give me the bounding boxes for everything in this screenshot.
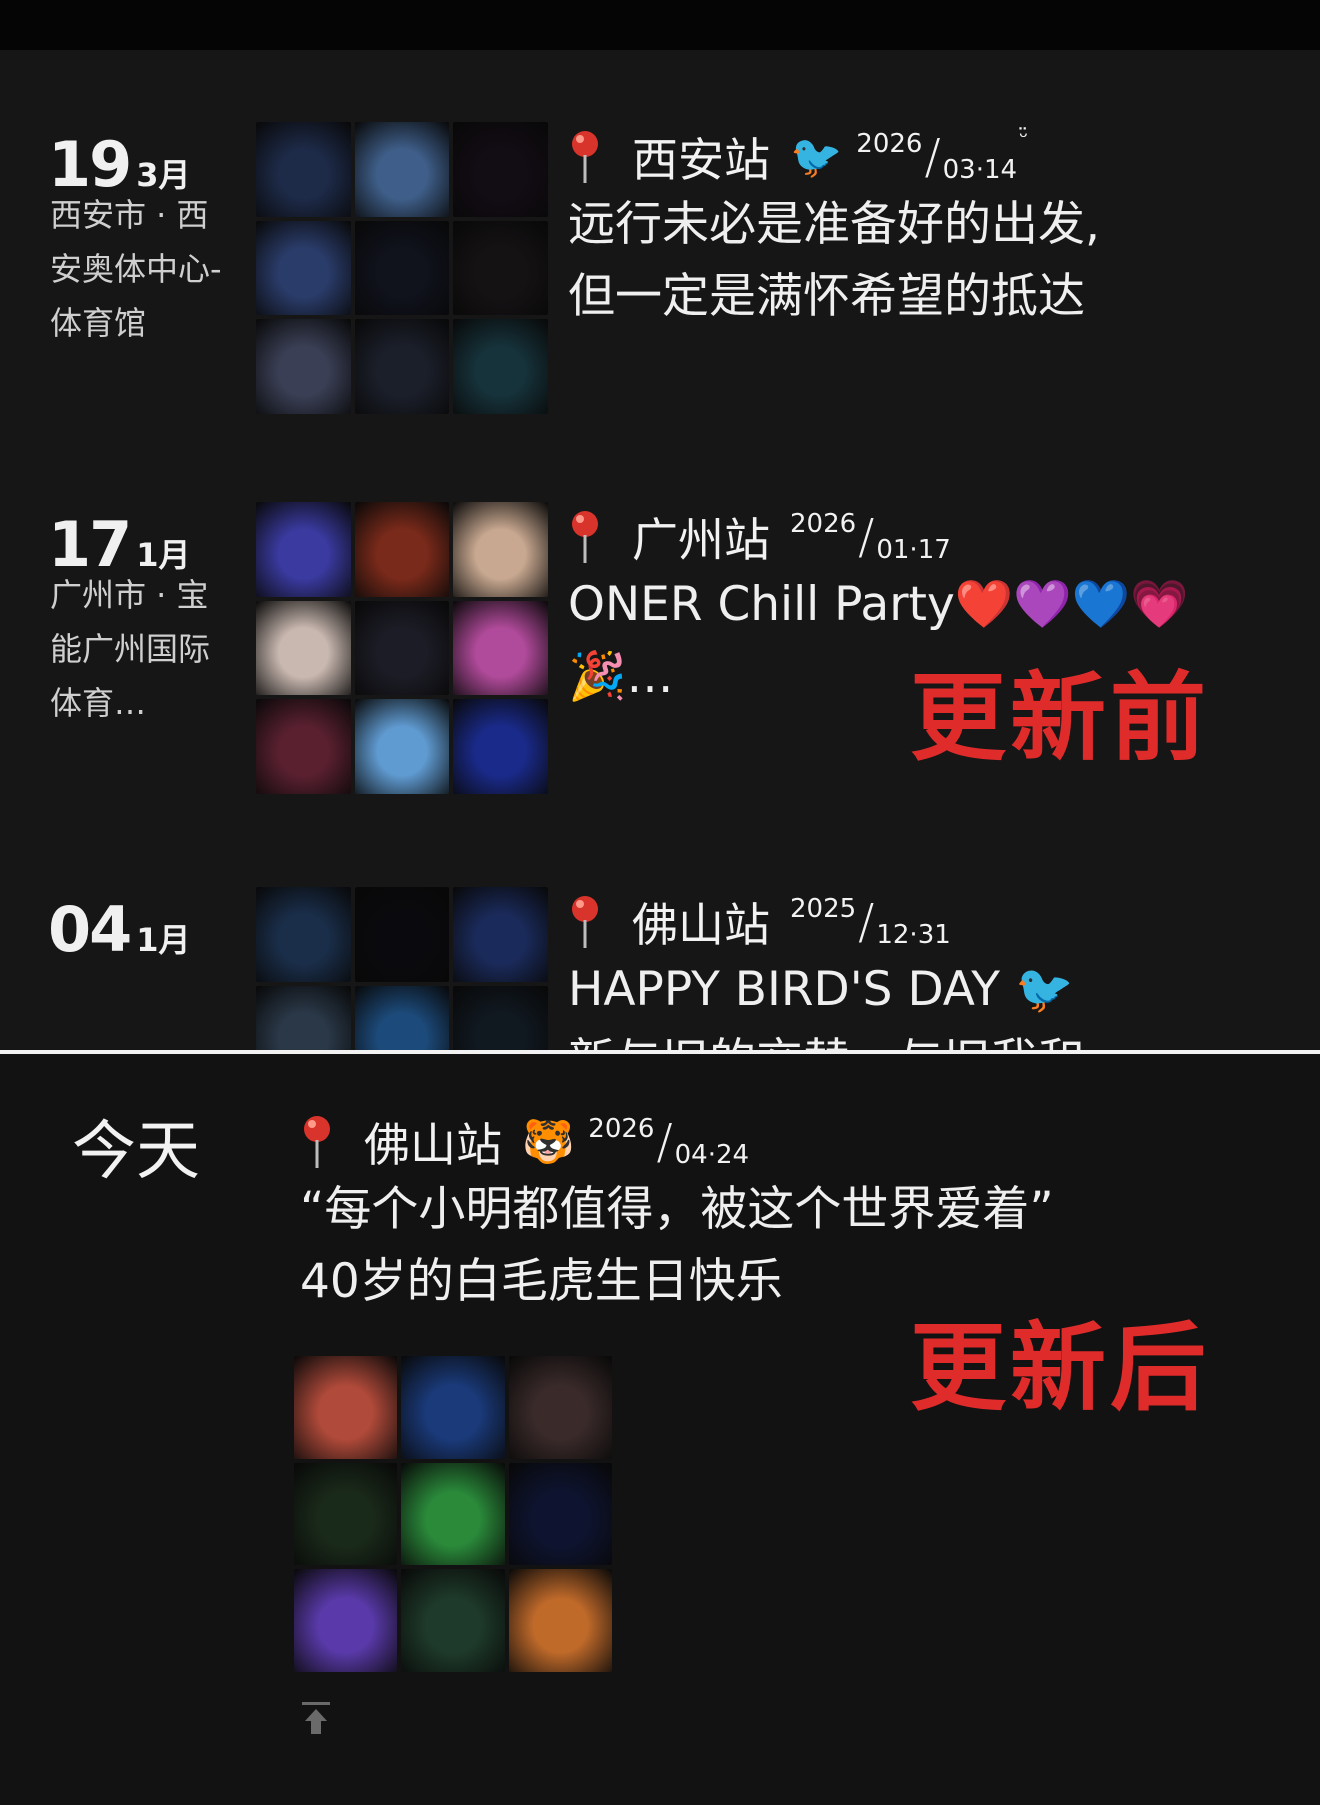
location-row: 佛山站 2025/12·31 [568, 890, 1268, 954]
date-day: 04 [48, 893, 132, 966]
before-panel: 19 3月 西安市 · 西安奥体中心-体育馆 西安站 🐦 2026/03·14 ᵕ̈ 远行未必… [0, 50, 1320, 1050]
city-name: 广州站 [632, 513, 770, 567]
photo-thumbnail[interactable] [256, 319, 351, 414]
post-year: 2026 [856, 129, 923, 159]
photo-thumbnail[interactable] [401, 1569, 505, 1672]
photo-thumbnail[interactable] [354, 887, 450, 982]
post-text-line: HAPPY BIRD'S DAY 🐦 [568, 962, 1074, 1017]
photo-thumbnail[interactable] [453, 502, 548, 597]
pin-icon [572, 131, 598, 183]
entry-date: 04 1月 [48, 893, 191, 966]
photo-thumbnail[interactable] [453, 985, 548, 1050]
post-text-line: 新与旧的交替，与旧我和… [568, 1026, 1268, 1050]
city-name: 佛山站 [632, 898, 770, 952]
post-year: 2025 [790, 894, 857, 924]
photo-grid[interactable] [256, 122, 548, 414]
pin-icon [304, 1116, 330, 1168]
photo-thumbnail[interactable] [508, 1356, 612, 1459]
today-entry-content[interactable]: 佛山站 🐯 2026 / 04·24 “每个小明都值得，被这个世界爱着” 40岁… [300, 1110, 1200, 1318]
post-month-day: 04·24 [674, 1140, 750, 1170]
today-label: 今天 [72, 1115, 200, 1189]
venue-location: 广州市 · 宝能广州国际体育… [50, 576, 211, 722]
photo-thumbnail[interactable] [354, 122, 450, 217]
photo-thumbnail[interactable] [256, 887, 351, 982]
date-month: 1月 [136, 921, 191, 959]
photo-grid[interactable] [256, 887, 548, 1050]
post-year: 2026 [588, 1114, 655, 1144]
post-text-line: ONER Chill Party❤️💜💙💗 [568, 577, 1189, 632]
photo-thumbnail[interactable] [294, 1356, 398, 1459]
pin-icon [572, 896, 598, 948]
photo-thumbnail[interactable] [354, 600, 450, 696]
date-slash: / [858, 894, 875, 950]
photo-thumbnail[interactable] [453, 887, 548, 982]
photo-grid[interactable] [256, 502, 548, 794]
before-update-stamp: 更新前 [910, 662, 1210, 774]
photo-thumbnail[interactable] [354, 220, 450, 316]
photo-thumbnail[interactable] [354, 985, 450, 1050]
venue-location: 西安市 · 西安奥体中心-体育馆 [50, 196, 222, 342]
entry-content: 西安站 🐦 2026/03·14 ᵕ̈ 远行未必是准备好的出发, 但一定是满怀希望的抵达 [568, 125, 1268, 333]
location-row: 佛山站 🐯 2026 / 04·24 [300, 1110, 1200, 1174]
post-month-day: 01·17 [876, 535, 951, 565]
city-name: 西安站 [632, 133, 770, 187]
post-month-day: 12·31 [876, 920, 951, 950]
photo-thumbnail[interactable] [256, 122, 351, 217]
photo-thumbnail[interactable] [256, 699, 351, 794]
photo-thumbnail[interactable] [354, 502, 450, 597]
photo-thumbnail[interactable] [453, 699, 548, 794]
bird-icon: 🐦 [790, 132, 843, 181]
arrow-up-to-top-icon[interactable] [300, 1700, 332, 1736]
location-row: 西安站 🐦 2026/03·14 ᵕ̈ [568, 125, 1268, 189]
photo-thumbnail[interactable] [256, 220, 351, 316]
photo-thumbnail[interactable] [453, 220, 548, 316]
photo-thumbnail[interactable] [453, 122, 548, 217]
date-slash: / [656, 1114, 673, 1170]
post-month-day: 03·14 [942, 155, 1018, 185]
photo-thumbnail[interactable] [256, 600, 351, 696]
post-year: 2026 [790, 509, 857, 539]
top-bar [0, 0, 1320, 50]
photo-thumbnail[interactable] [256, 985, 351, 1050]
entry-content: 佛山站 2025/12·31 HAPPY BIRD'S DAY 🐦 新与旧的交替，与旧… [568, 890, 1268, 1050]
post-text-line: “每个小明都值得，被这个世界爱着” [300, 1182, 1054, 1237]
city-name: 佛山站 [364, 1118, 502, 1172]
after-update-stamp: 更新后 [910, 1312, 1210, 1424]
pin-icon [572, 511, 598, 563]
photo-thumbnail[interactable] [508, 1569, 612, 1672]
tiger-icon: 🐯 [522, 1117, 575, 1166]
photo-thumbnail[interactable] [508, 1462, 612, 1566]
post-text-line: 远行未必是准备好的出发, [568, 197, 1100, 252]
photo-thumbnail[interactable] [401, 1356, 505, 1459]
smile-icon: ᵕ̈ [1019, 125, 1029, 150]
photo-thumbnail[interactable] [453, 600, 548, 696]
photo-thumbnail[interactable] [256, 502, 351, 597]
photo-thumbnail[interactable] [401, 1462, 505, 1566]
photo-thumbnail[interactable] [354, 699, 450, 794]
date-slash: / [924, 129, 941, 185]
date-slash: / [858, 509, 875, 565]
photo-grid[interactable] [294, 1356, 612, 1672]
photo-thumbnail[interactable] [453, 319, 548, 414]
post-text-line: 但一定是满怀希望的抵达 [568, 269, 1085, 324]
photo-thumbnail[interactable] [354, 319, 450, 414]
photo-thumbnail[interactable] [294, 1569, 398, 1672]
photo-thumbnail[interactable] [294, 1462, 398, 1566]
location-row: 广州站 2026/01·17 [568, 505, 1268, 569]
